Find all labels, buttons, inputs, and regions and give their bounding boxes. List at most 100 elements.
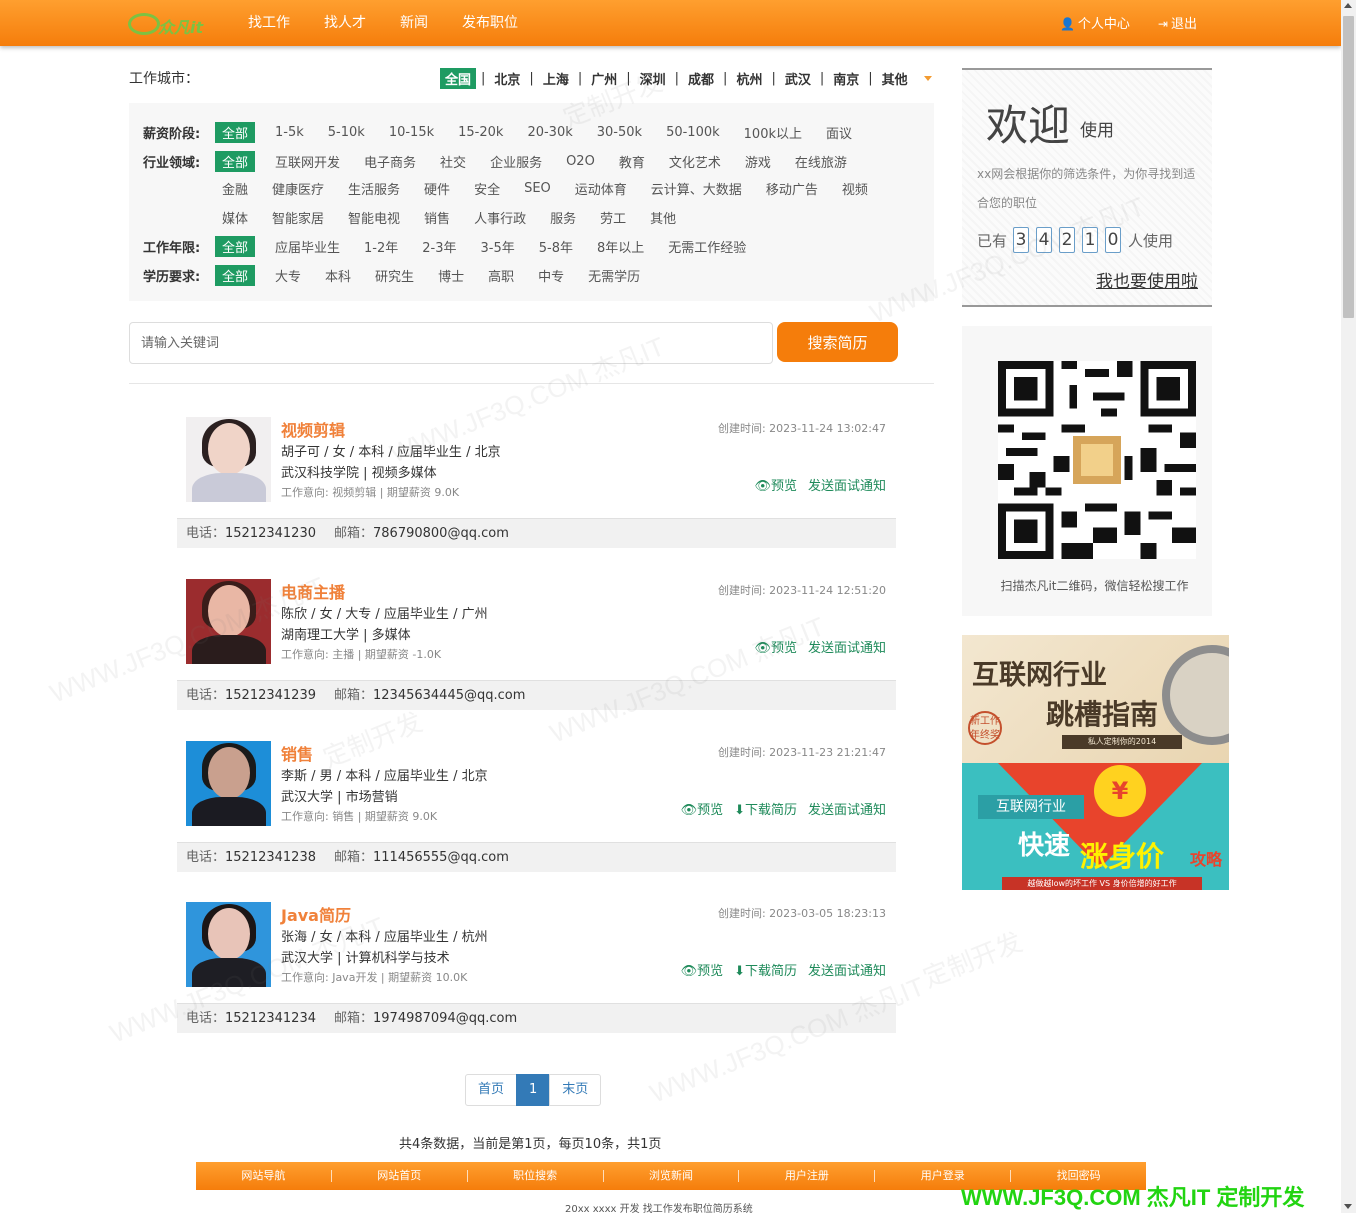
- experience-option[interactable]: 8年以上: [597, 237, 644, 256]
- education-option[interactable]: 高职: [488, 266, 514, 285]
- industry-option[interactable]: 运动体育: [575, 179, 627, 198]
- city-nanjing[interactable]: 南京: [829, 69, 863, 88]
- send-interview-link[interactable]: 发送面试通知: [808, 475, 886, 494]
- industry-option[interactable]: 销售: [424, 208, 450, 227]
- city-beijing[interactable]: 北京: [490, 69, 524, 88]
- send-interview-link[interactable]: 发送面试通知: [808, 960, 886, 979]
- nav-post-job[interactable]: 发布职位: [462, 0, 518, 46]
- education-option[interactable]: 研究生: [375, 266, 414, 285]
- city-guangzhou[interactable]: 广州: [587, 69, 621, 88]
- preview-link[interactable]: 👁预览: [754, 637, 797, 656]
- footer-link-site-nav[interactable]: 网站导航: [196, 1170, 332, 1182]
- experience-option[interactable]: 全部: [215, 236, 256, 257]
- resume-title[interactable]: 视频剪辑: [281, 417, 345, 441]
- industry-option[interactable]: 人事行政: [474, 208, 526, 227]
- join-now-link[interactable]: 我也要使用啦: [1096, 267, 1198, 292]
- nav-find-job[interactable]: 找工作: [248, 0, 290, 46]
- scroll-down-arrow-icon[interactable]: [1344, 1204, 1352, 1209]
- footer-link-register[interactable]: 用户注册: [739, 1170, 876, 1182]
- site-logo[interactable]: 众凡it: [128, 11, 224, 37]
- industry-option[interactable]: 其他: [650, 208, 676, 227]
- logout-link[interactable]: ⇥ 退出: [1158, 0, 1197, 46]
- city-hangzhou[interactable]: 杭州: [732, 69, 766, 88]
- scroll-up-arrow-icon[interactable]: [1344, 3, 1352, 8]
- salary-option[interactable]: 面议: [826, 123, 852, 142]
- industry-option[interactable]: 智能家居: [272, 208, 324, 227]
- industry-option[interactable]: SEO: [524, 181, 551, 196]
- keyword-search-input[interactable]: [129, 322, 773, 364]
- industry-option[interactable]: O2O: [566, 154, 595, 169]
- avatar[interactable]: [186, 741, 271, 826]
- industry-option[interactable]: 教育: [619, 152, 645, 171]
- industry-option[interactable]: 电子商务: [364, 152, 416, 171]
- industry-option[interactable]: 移动广告: [766, 179, 818, 198]
- resume-title[interactable]: 电商主播: [281, 579, 345, 603]
- page-1-button[interactable]: 1: [516, 1074, 551, 1106]
- resume-title[interactable]: 销售: [281, 741, 313, 765]
- nav-news[interactable]: 新闻: [400, 0, 428, 46]
- preview-link[interactable]: 👁预览: [754, 475, 797, 494]
- experience-option[interactable]: 5-8年: [539, 237, 573, 256]
- preview-link[interactable]: 👁预览: [681, 799, 724, 818]
- last-page-button[interactable]: 末页: [549, 1074, 602, 1106]
- industry-option[interactable]: 媒体: [222, 208, 248, 227]
- industry-option[interactable]: 劳工: [600, 208, 626, 227]
- salary-option[interactable]: 1-5k: [275, 125, 304, 140]
- ad-banner-raise-value[interactable]: ¥ 互联网行业 快速 涨身价 攻略 越做越low的坏工作 VS 身价倍增的好工作: [962, 763, 1229, 890]
- resume-title[interactable]: Java简历: [281, 902, 351, 926]
- experience-option[interactable]: 应届毕业生: [275, 237, 340, 256]
- salary-option[interactable]: 30-50k: [597, 125, 642, 140]
- education-option[interactable]: 中专: [538, 266, 564, 285]
- send-interview-link[interactable]: 发送面试通知: [808, 637, 886, 656]
- salary-option[interactable]: 50-100k: [666, 125, 720, 140]
- industry-option[interactable]: 金融: [222, 179, 248, 198]
- salary-option[interactable]: 15-20k: [458, 125, 503, 140]
- avatar[interactable]: [186, 579, 271, 664]
- city-all[interactable]: 全国: [440, 68, 477, 89]
- city-shanghai[interactable]: 上海: [539, 69, 573, 88]
- salary-option[interactable]: 5-10k: [328, 125, 365, 140]
- preview-link[interactable]: 👁预览: [681, 960, 724, 979]
- industry-option[interactable]: 生活服务: [348, 179, 400, 198]
- city-other[interactable]: 其他: [878, 69, 912, 88]
- download-resume-link[interactable]: ⬇下载简历: [734, 799, 797, 818]
- first-page-button[interactable]: 首页: [465, 1074, 518, 1106]
- salary-option[interactable]: 10-15k: [389, 125, 434, 140]
- education-option[interactable]: 本科: [325, 266, 351, 285]
- footer-link-job-search[interactable]: 职位搜索: [468, 1170, 604, 1182]
- avatar[interactable]: [186, 902, 271, 987]
- salary-option[interactable]: 100k以上: [744, 123, 802, 142]
- industry-option[interactable]: 硬件: [424, 179, 450, 198]
- industry-option[interactable]: 云计算、大数据: [651, 179, 742, 198]
- scroll-thumb[interactable]: [1343, 16, 1354, 318]
- industry-option[interactable]: 文化艺术: [669, 152, 721, 171]
- footer-link-news[interactable]: 浏览新闻: [604, 1170, 740, 1182]
- education-option[interactable]: 无需学历: [588, 266, 640, 285]
- experience-option[interactable]: 3-5年: [481, 237, 515, 256]
- send-interview-link[interactable]: 发送面试通知: [808, 799, 886, 818]
- search-resume-button[interactable]: 搜索简历: [777, 322, 898, 362]
- industry-option[interactable]: 服务: [550, 208, 576, 227]
- industry-option[interactable]: 游戏: [745, 152, 771, 171]
- education-option[interactable]: 大专: [275, 266, 301, 285]
- download-resume-link[interactable]: ⬇下载简历: [734, 960, 797, 979]
- user-center-link[interactable]: 👤 个人中心: [1060, 0, 1130, 46]
- page-scrollbar[interactable]: [1341, 0, 1356, 1213]
- nav-find-talent[interactable]: 找人才: [324, 0, 366, 46]
- salary-option[interactable]: 20-30k: [527, 125, 572, 140]
- experience-option[interactable]: 无需工作经验: [668, 237, 746, 256]
- ad-banner-job-hopping[interactable]: 互联网行业 跳槽指南 新工作 年终奖 私人定制你的2014: [962, 635, 1229, 763]
- industry-option[interactable]: 智能电视: [348, 208, 400, 227]
- industry-option[interactable]: 安全: [474, 179, 500, 198]
- city-shenzhen[interactable]: 深圳: [636, 69, 670, 88]
- industry-option[interactable]: 健康医疗: [272, 179, 324, 198]
- industry-option[interactable]: 互联网开发: [275, 152, 340, 171]
- experience-option[interactable]: 1-2年: [364, 237, 398, 256]
- education-option[interactable]: 博士: [438, 266, 464, 285]
- salary-option[interactable]: 全部: [215, 122, 256, 143]
- avatar[interactable]: [186, 417, 271, 502]
- city-wuhan[interactable]: 武汉: [781, 69, 815, 88]
- city-chengdu[interactable]: 成都: [684, 69, 718, 88]
- city-dropdown-caret-icon[interactable]: [923, 76, 932, 81]
- footer-link-home[interactable]: 网站首页: [332, 1170, 468, 1182]
